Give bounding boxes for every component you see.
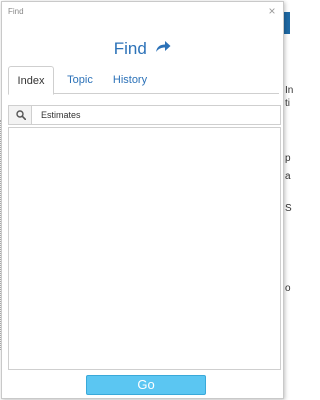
dialog-titlebar[interactable]: Find × xyxy=(2,2,283,22)
share-arrow-icon xyxy=(155,40,171,58)
background-text: In xyxy=(285,85,294,96)
search-bar xyxy=(8,105,281,125)
background-text: S xyxy=(285,203,292,214)
background-header-bar xyxy=(283,12,290,34)
go-button[interactable]: Go xyxy=(86,375,206,395)
search-icon xyxy=(16,110,26,120)
background-text: p xyxy=(285,153,291,164)
search-button[interactable] xyxy=(9,106,32,124)
background-text: o xyxy=(285,283,291,294)
tab-history[interactable]: History xyxy=(107,66,153,94)
tab-topic[interactable]: Topic xyxy=(60,66,100,94)
close-icon[interactable]: × xyxy=(265,4,279,18)
background-text: a xyxy=(285,171,291,182)
tab-index[interactable]: Index xyxy=(8,66,54,95)
heading-title: Find xyxy=(113,39,147,58)
find-dialog: Find × Find Index Topic History Go xyxy=(1,1,284,399)
dialog-title: Find xyxy=(8,7,24,16)
index-results-list[interactable] xyxy=(8,127,281,370)
search-input[interactable] xyxy=(33,106,280,124)
find-heading: Find xyxy=(2,39,283,59)
background-text: ti xyxy=(285,98,290,109)
find-tabs: Index Topic History xyxy=(8,66,279,95)
